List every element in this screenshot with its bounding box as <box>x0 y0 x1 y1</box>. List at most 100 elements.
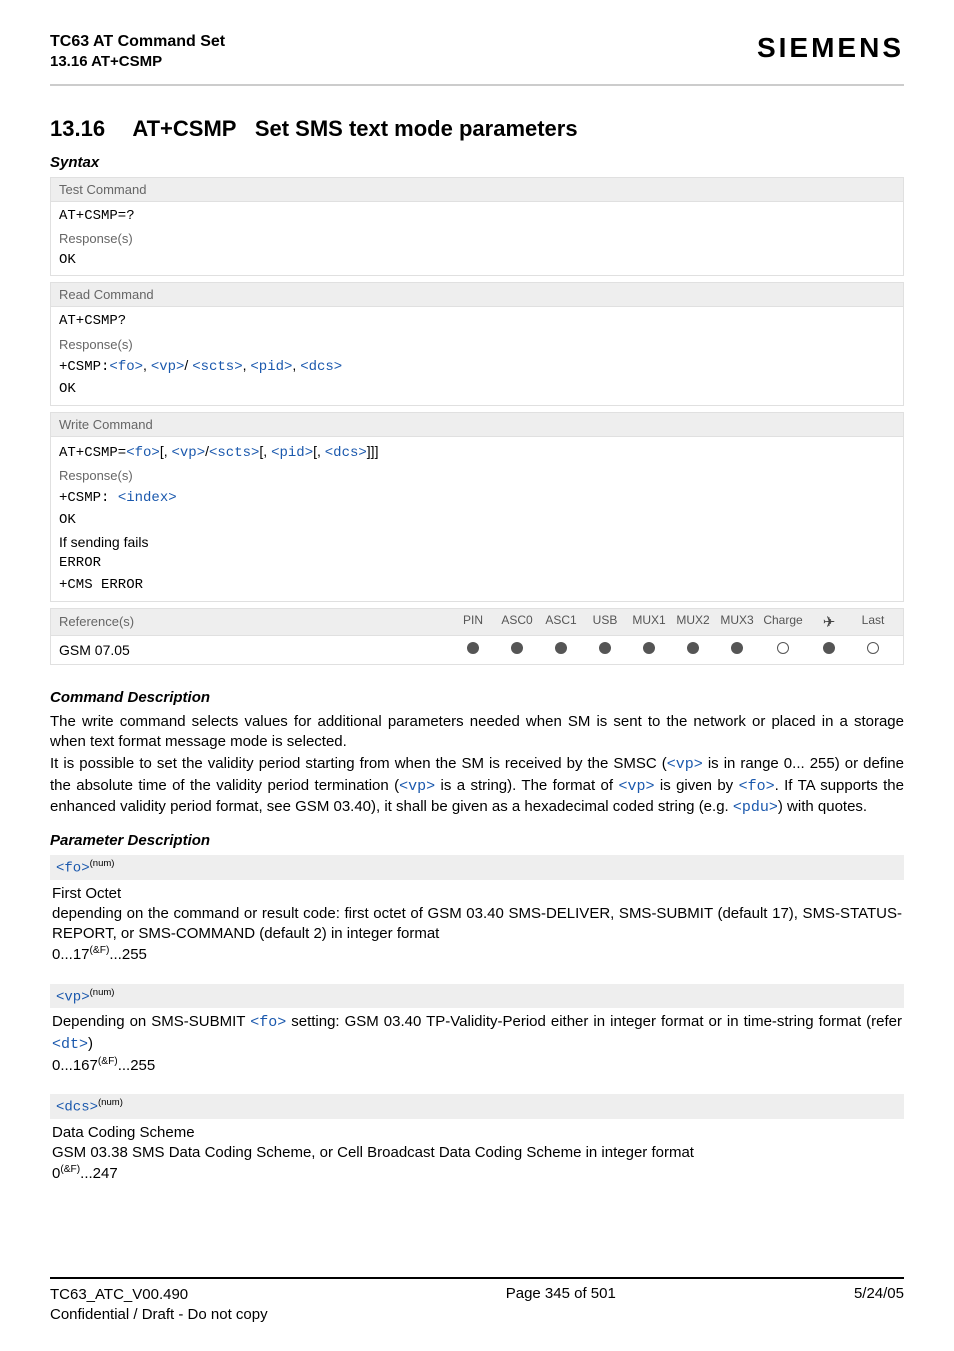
read-command-resp-label: Response(s) <box>59 335 895 355</box>
read-param-dcs[interactable]: <dcs> <box>300 359 342 375</box>
footer-divider <box>50 1277 904 1279</box>
ref-dot-charge <box>759 642 807 657</box>
cmd-desc-p2d: is given by <box>654 777 738 794</box>
write-resp-index[interactable]: <index> <box>118 490 177 506</box>
write-resp-cms: +CMS ERROR <box>59 575 895 597</box>
cmd-desc-p2a: It is possible to set the validity perio… <box>50 755 667 772</box>
param-vp-range-b: ...255 <box>118 1057 156 1074</box>
page: TC63 AT Command Set 13.16 AT+CSMP SIEMEN… <box>0 0 954 1351</box>
reference-head: Reference(s) PIN ASC0 ASC1 USB MUX1 MUX2… <box>51 609 903 636</box>
read-command-box: Read Command AT+CSMP? Response(s) +CSMP:… <box>50 282 904 405</box>
ref-col-mux1: MUX1 <box>627 613 671 631</box>
write-command-box: Write Command AT+CSMP=<fo>[, <vp>/<scts>… <box>50 412 904 602</box>
ref-dot-mux2 <box>671 642 715 657</box>
ref-col-asc0: ASC0 <box>495 613 539 631</box>
reference-box: Reference(s) PIN ASC0 ASC1 USB MUX1 MUX2… <box>50 608 904 665</box>
read-command-ok: OK <box>59 379 895 401</box>
param-vp-range: 0...167(&F)...255 <box>52 1055 902 1076</box>
param-dcs-tag[interactable]: <dcs> <box>56 1100 98 1116</box>
page-header: TC63 AT Command Set 13.16 AT+CSMP SIEMEN… <box>50 32 904 70</box>
param-fo-sup: (num) <box>90 858 115 869</box>
param-fo-text: depending on the command or result code:… <box>52 904 902 945</box>
param-desc-heading: Parameter Description <box>50 832 904 849</box>
syntax-heading: Syntax <box>50 154 904 171</box>
param-vp: <vp>(num) Depending on SMS-SUBMIT <fo> s… <box>50 984 904 1088</box>
reference-head-label: Reference(s) <box>59 614 134 629</box>
ref-col-pin: PIN <box>451 613 495 631</box>
param-fo-range-b: ...255 <box>109 946 147 963</box>
read-resp-prefix: +CSMP: <box>59 359 109 375</box>
cmd-desc-fo[interactable]: <fo> <box>739 778 775 795</box>
cmd-desc-heading: Command Description <box>50 689 904 706</box>
header-divider <box>50 84 904 86</box>
param-fo: <fo>(num) First Octet depending on the c… <box>50 855 904 978</box>
param-vp-body: Depending on SMS-SUBMIT <fo> setting: GS… <box>50 1008 904 1088</box>
test-command-body: AT+CSMP=? Response(s) OK <box>51 202 903 276</box>
read-param-fo[interactable]: <fo> <box>109 359 143 375</box>
write-param-fo[interactable]: <fo> <box>126 445 160 461</box>
write-command-body: AT+CSMP=<fo>[, <vp>/<scts>[, <pid>[, <dc… <box>51 437 903 601</box>
param-vp-sup: (num) <box>90 987 115 998</box>
read-command-resp-line: +CSMP:<fo>, <vp>/ <scts>, <pid>, <dcs> <box>59 355 895 379</box>
param-vp-link-dt[interactable]: <dt> <box>52 1036 88 1053</box>
write-param-pid[interactable]: <pid> <box>271 445 313 461</box>
read-command-head: Read Command <box>51 283 903 307</box>
read-command-body: AT+CSMP? Response(s) +CSMP:<fo>, <vp>/ <… <box>51 307 903 404</box>
write-param-scts[interactable]: <scts> <box>209 445 259 461</box>
read-param-scts[interactable]: <scts> <box>192 359 242 375</box>
write-param-dcs[interactable]: <dcs> <box>325 445 367 461</box>
test-command-resp: OK <box>59 250 895 272</box>
param-vp-tag[interactable]: <vp> <box>56 989 90 1005</box>
cmd-desc-p2f: ) with quotes. <box>778 798 867 815</box>
ref-col-mux3: MUX3 <box>715 613 759 631</box>
test-command-box: Test Command AT+CSMP=? Response(s) OK <box>50 177 904 277</box>
ref-dot-mux3 <box>715 642 759 657</box>
cmd-desc-vp1[interactable]: <vp> <box>667 756 703 773</box>
write-command-resp-label: Response(s) <box>59 466 895 486</box>
section-number: 13.16 <box>50 116 105 142</box>
param-fo-range-sup: (&F) <box>90 945 110 956</box>
cmd-desc-vp3[interactable]: <vp> <box>618 778 654 795</box>
write-resp-line1: +CSMP: <index> <box>59 486 895 510</box>
ref-col-usb: USB <box>583 613 627 631</box>
ref-dot-pin <box>451 642 495 657</box>
header-left: TC63 AT Command Set 13.16 AT+CSMP <box>50 32 225 70</box>
param-fo-head: <fo>(num) <box>50 855 904 880</box>
footer-version: TC63_ATC_V00.490 <box>50 1285 268 1305</box>
ref-col-mux2: MUX2 <box>671 613 715 631</box>
cmd-desc-pdu[interactable]: <pdu> <box>733 799 778 816</box>
param-fo-range-a: 0...17 <box>52 946 90 963</box>
ref-col-last: Last <box>851 613 895 631</box>
footer-row: TC63_ATC_V00.490 Confidential / Draft - … <box>50 1285 904 1326</box>
param-vp-head: <vp>(num) <box>50 984 904 1009</box>
ref-dot-airplane <box>807 642 851 657</box>
section-desc: Set SMS text mode parameters <box>255 116 578 141</box>
param-dcs-sup: (num) <box>98 1097 123 1108</box>
section-command: AT+CSMP <box>132 116 236 141</box>
param-vp-link-fo[interactable]: <fo> <box>250 1014 286 1031</box>
footer-confidential: Confidential / Draft - Do not copy <box>50 1305 268 1325</box>
reference-dots <box>451 642 895 657</box>
section-heading: 13.16 AT+CSMP Set SMS text mode paramete… <box>50 116 904 142</box>
cmd-desc-p1: The write command selects values for add… <box>50 712 904 753</box>
read-param-vp[interactable]: <vp> <box>151 359 185 375</box>
write-param-vp[interactable]: <vp> <box>172 445 206 461</box>
param-vp-tc: ) <box>88 1035 93 1052</box>
param-fo-tag[interactable]: <fo> <box>56 861 90 877</box>
ref-col-charge: Charge <box>759 613 807 631</box>
param-dcs-body: Data Coding Scheme GSM 03.38 SMS Data Co… <box>50 1119 904 1197</box>
test-command-resp-label: Response(s) <box>59 229 895 249</box>
param-dcs-range-b: ...247 <box>80 1165 118 1182</box>
read-param-pid[interactable]: <pid> <box>250 359 292 375</box>
ref-dot-mux1 <box>627 642 671 657</box>
read-command-cmd: AT+CSMP? <box>59 311 895 333</box>
param-dcs-head: <dcs>(num) <box>50 1094 904 1119</box>
cmd-desc-vp2[interactable]: <vp> <box>399 778 435 795</box>
reference-row: GSM 07.05 <box>51 636 903 664</box>
write-resp-ok: OK <box>59 510 895 532</box>
param-fo-body: First Octet depending on the command or … <box>50 880 904 978</box>
test-command-head: Test Command <box>51 178 903 202</box>
param-fo-range: 0...17(&F)...255 <box>52 944 902 965</box>
test-command-cmd: AT+CSMP=? <box>59 206 895 228</box>
write-resp-error: ERROR <box>59 553 895 575</box>
